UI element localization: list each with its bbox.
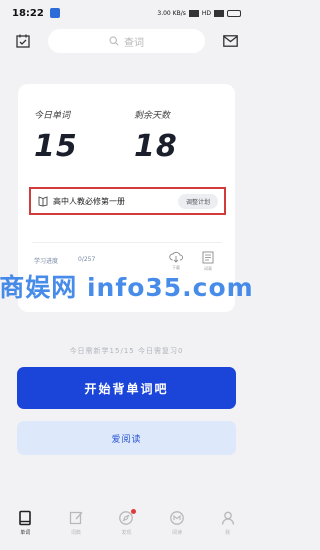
remaining-days-label: 剩余天数 [134,111,171,121]
today-words-label: 今日单词 [34,111,71,121]
progress-label: 学习进度 [34,258,59,265]
status-indicators: 3.00 KB/s HD [157,9,241,17]
start-memorize-button[interactable]: 开始背单词吧 [17,367,236,409]
network-speed: 3.00 KB/s [157,9,186,17]
current-book-row[interactable]: 高中人教必修第一册 调整计划 [29,187,226,215]
progress-value: 0/257 [78,256,96,263]
today-words-stat: 今日单词 15 [34,108,78,164]
today-words-value: 15 [34,129,78,164]
nav-item-discover[interactable]: 发现 [106,509,146,536]
nav-item-words[interactable]: 单词 [5,510,45,536]
battery-icon [227,9,241,17]
signal-icon [188,9,199,17]
mail-icon[interactable] [221,32,239,50]
nav-label-words: 单词 [20,530,31,536]
nav-item-reading[interactable]: 阅读 [157,510,197,536]
search-input[interactable]: 查词 [48,29,205,53]
nav-label-dictionary: 词典 [70,530,81,536]
network-type: HD [201,9,211,17]
notification-dot [131,509,137,514]
remaining-days-stat: 剩余天数 18 [134,108,178,164]
download-icon [169,251,183,263]
top-bar: 查词 [0,28,253,54]
remaining-days-value: 18 [134,129,178,164]
nav-label-me: 我 [225,530,231,536]
book-swap-icon [38,196,48,207]
daily-summary: 今日需新学15/15 今日需复习0 [69,347,184,355]
nav-label-discover: 发现 [121,530,132,536]
status-time: 18:22 [12,7,44,19]
nav-item-me[interactable]: 我 [208,510,248,536]
adjust-plan-button[interactable]: 调整计划 [177,193,218,209]
calendar-check-icon[interactable] [14,32,32,50]
divider [32,242,222,243]
book-name: 高中人教必修第一册 [53,196,125,206]
badge-icon [170,511,184,525]
search-icon [109,36,119,46]
person-icon [221,511,234,525]
wifi-icon [214,9,224,17]
wordlist-icon [202,251,214,264]
nav-item-dictionary[interactable]: 词典 [56,510,96,536]
love-reading-button[interactable]: 爱阅读 [17,421,236,455]
search-placeholder: 查词 [124,37,144,49]
nav-label-reading: 阅读 [172,530,183,536]
status-bar: 18:22 3.00 KB/s HD [0,0,253,26]
bottom-nav: 单词 词典 发现 阅读 我 [0,504,253,550]
app-notification-icon [49,8,60,18]
note-icon [69,511,83,525]
watermark: 商娱网 info35.com [0,273,253,302]
book-icon [19,510,32,526]
